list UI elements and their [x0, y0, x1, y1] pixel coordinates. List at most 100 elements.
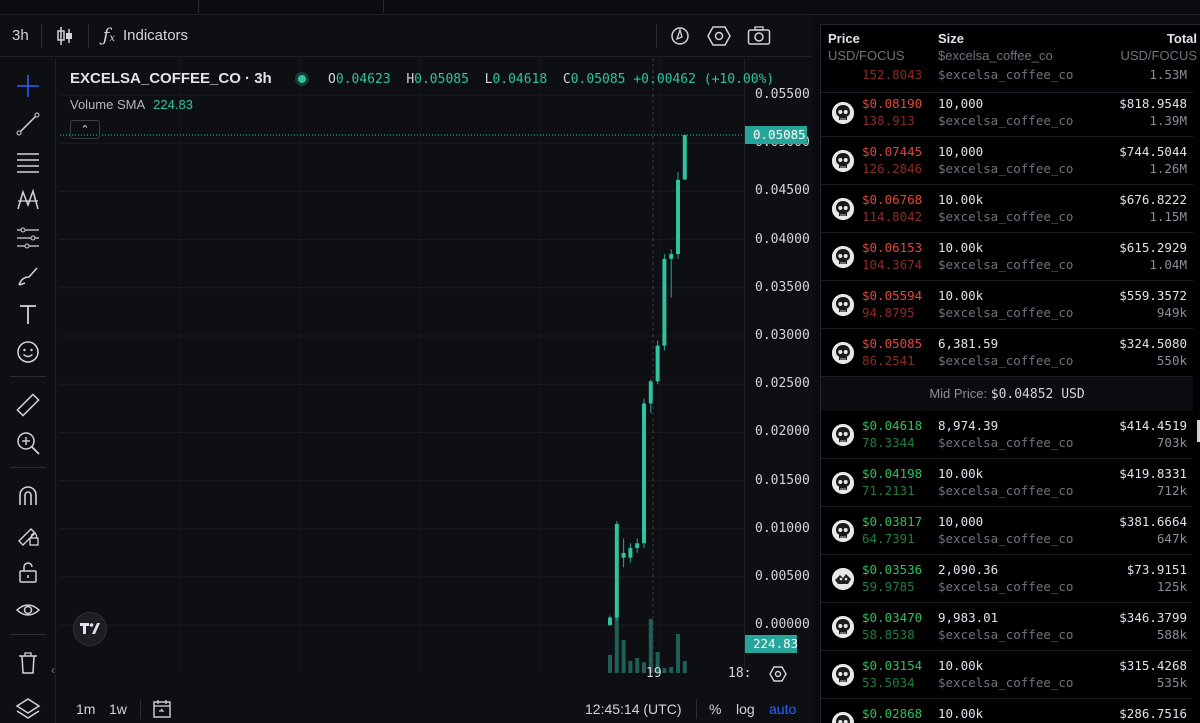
eye-icon[interactable]	[14, 596, 42, 624]
bid-row[interactable]: $0.03470 58.8538 9,983.01 $excelsa_coffee_c…	[821, 603, 1193, 651]
candle-type-icon[interactable]	[56, 15, 74, 57]
emoji-icon[interactable]	[14, 338, 42, 366]
price-chart[interactable]	[60, 58, 744, 673]
magnet-icon[interactable]	[14, 482, 42, 510]
axis-settings-icon[interactable]	[769, 665, 787, 688]
price-column-header[interactable]: Price USD/FOCUS	[828, 31, 905, 63]
camera-icon[interactable]	[747, 15, 771, 57]
tool-divider	[10, 467, 46, 468]
bid-row[interactable]: $0.03154 53.5034 10.00k $excelsa_coffee_co $…	[821, 651, 1193, 699]
candle[interactable]	[621, 552, 626, 558]
candle[interactable]	[635, 543, 640, 549]
ask-row[interactable]: $0.07445 126.2846 10,000 $excelsa_coffee_co…	[821, 137, 1193, 185]
total-value: $744.5044	[1119, 144, 1187, 159]
symbol-title[interactable]: EXCELSA_COFFEE_CO · 3h	[70, 70, 272, 87]
ruler-icon[interactable]	[14, 391, 42, 419]
price-value: $0.05085	[862, 336, 923, 351]
toolbar-divider	[87, 23, 89, 48]
collapse-legend-button[interactable]: ⌃	[70, 120, 100, 139]
size-value: 10,000	[938, 96, 984, 111]
date-range-icon[interactable]	[152, 698, 174, 723]
lock-drawing-icon[interactable]	[14, 520, 42, 548]
brush-icon[interactable]	[14, 262, 42, 290]
bid-row[interactable]: $0.04198 71.2131 10.00k $excelsa_coffee_co $…	[821, 459, 1193, 507]
candle[interactable]	[608, 617, 612, 626]
candle[interactable]	[655, 345, 660, 382]
size-value: 10.00k	[938, 192, 984, 207]
candle[interactable]	[614, 523, 619, 618]
settings-icon[interactable]	[707, 15, 731, 57]
total-quote-value: 1.39M	[1149, 113, 1187, 128]
range-1m-button[interactable]: 1m	[76, 701, 95, 717]
ask-row[interactable]: $0.06153 104.3674 10.00k $excelsa_coffee_co…	[821, 233, 1193, 281]
total-quote-value: 712k	[1156, 483, 1187, 498]
candle[interactable]	[662, 258, 667, 346]
text-tool-icon[interactable]	[14, 300, 42, 328]
chart-toolbar: 3h ƒx Indicators	[0, 15, 812, 57]
unlock-icon[interactable]	[14, 558, 42, 586]
candle[interactable]	[642, 403, 646, 544]
price-quote-value: 59.9785	[862, 579, 915, 594]
forecast-icon[interactable]	[14, 224, 42, 252]
trend-line-icon[interactable]	[14, 110, 42, 138]
total-quote-value: 588k	[1156, 627, 1187, 642]
alert-icon[interactable]	[669, 15, 691, 57]
total-value: $414.4519	[1119, 418, 1187, 433]
total-quote-value: 1.04M	[1149, 257, 1187, 272]
ask-row[interactable]: $0.06768 114.8042 10.00k $excelsa_coffee_co…	[821, 185, 1193, 233]
candle[interactable]	[676, 179, 680, 255]
log-toggle[interactable]: log	[736, 701, 755, 717]
total-value: $73.9151	[1126, 562, 1187, 577]
total-quote-value: 125k	[1156, 579, 1187, 594]
size-column-header[interactable]: Size $excelsa_coffee_co	[938, 31, 1053, 63]
ask-row[interactable]: $0.05085 86.2541 6,381.59 $excelsa_coffee_c…	[821, 329, 1193, 377]
price-tick-label: 0.00500	[755, 569, 810, 584]
order-book-header: Price USD/FOCUS Size $excelsa_coffee_co …	[821, 25, 1200, 68]
zoom-in-icon[interactable]	[14, 429, 42, 457]
collapse-chevron-icon[interactable]: ‹	[51, 663, 55, 677]
size-value: 10.00k	[938, 240, 984, 255]
interval-button[interactable]: 3h	[12, 15, 29, 57]
tool-divider	[10, 376, 46, 377]
size-value: 10.00k	[938, 288, 984, 303]
trader-avatar-icon	[832, 664, 854, 686]
percent-toggle[interactable]: %	[709, 701, 721, 717]
total-value: $419.8331	[1119, 466, 1187, 481]
price-value: $0.02868	[862, 706, 923, 721]
price-value: $0.05594	[862, 288, 923, 303]
price-axis[interactable]: 0.055000.050000.045000.040000.035000.030…	[744, 58, 812, 673]
bid-row[interactable]: $0.03817 64.7391 10,000 $excelsa_coffee_co $…	[821, 507, 1193, 555]
ask-row[interactable]: $0.05594 94.8795 10.00k $excelsa_coffee_co $…	[821, 281, 1193, 329]
bid-row[interactable]: $0.02868 10.00k $286.7516	[821, 699, 1193, 723]
candle[interactable]	[628, 548, 633, 558]
range-1w-button[interactable]: 1w	[109, 701, 127, 717]
candle[interactable]	[682, 135, 687, 180]
price-value: $0.03536	[862, 562, 923, 577]
candle[interactable]	[648, 381, 653, 404]
ask-row[interactable]: $0.08190 138.913 10,000 $excelsa_coffee_co $…	[821, 89, 1193, 137]
indicators-button[interactable]: ƒx Indicators	[103, 15, 188, 57]
bid-row[interactable]: $0.04618 78.3344 8,974.39 $excelsa_coffee_c…	[821, 411, 1193, 459]
trader-avatar-icon	[832, 712, 854, 723]
utc-clock[interactable]: 12:45:14 (UTC)	[585, 701, 681, 717]
total-value: $615.2929	[1119, 240, 1187, 255]
trash-icon[interactable]	[14, 649, 42, 677]
pattern-icon[interactable]	[14, 186, 42, 214]
auto-toggle[interactable]: auto	[769, 701, 796, 717]
tradingview-logo[interactable]	[73, 612, 107, 646]
trader-avatar-icon	[832, 568, 854, 590]
volume-bar	[621, 640, 626, 673]
crosshair-icon[interactable]	[14, 72, 42, 100]
total-column-header[interactable]: Total USD/FOCUS	[1120, 31, 1197, 63]
trader-avatar-icon	[832, 198, 854, 220]
bid-row[interactable]: $0.03536 59.9785 2,090.36 $excelsa_coffee_c…	[821, 555, 1193, 603]
total-value: $324.5080	[1119, 336, 1187, 351]
trader-avatar-icon	[832, 294, 854, 316]
fib-lines-icon[interactable]	[14, 148, 42, 176]
layers-icon[interactable]	[14, 694, 42, 722]
size-token: $excelsa_coffee_co	[938, 209, 1074, 224]
size-token: $excelsa_coffee_co	[938, 113, 1074, 128]
top-strip	[0, 0, 1200, 15]
candle[interactable]	[669, 254, 674, 259]
total-value: $286.7516	[1119, 706, 1187, 721]
